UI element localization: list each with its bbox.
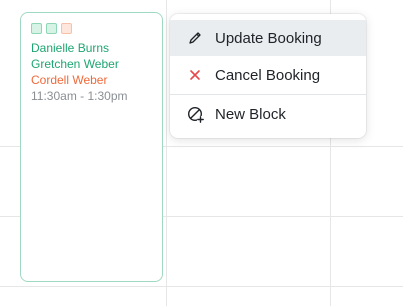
attendee-name: Danielle Burns (31, 41, 110, 55)
block-plus-icon (186, 105, 204, 123)
new-block-item[interactable]: New Block (170, 95, 366, 133)
attendee-name: Cordell Weber (31, 73, 108, 87)
attendee-swatches (31, 23, 72, 34)
cancel-booking-item[interactable]: Cancel Booking (170, 57, 366, 93)
grid-line (166, 0, 167, 306)
menu-item-label: New Block (215, 105, 286, 123)
context-menu: Update Booking Cancel Booking New Block (170, 14, 366, 138)
menu-item-label: Update Booking (215, 29, 322, 47)
update-booking-item[interactable]: Update Booking (170, 20, 366, 56)
attendee-name: Gretchen Weber (31, 57, 119, 71)
menu-item-label: Cancel Booking (215, 66, 321, 84)
close-icon (186, 66, 204, 84)
attendee-swatch-orange (61, 23, 72, 34)
pencil-icon (186, 29, 204, 47)
attendee-swatch-green (46, 23, 57, 34)
grid-line (0, 286, 403, 287)
attendee-swatch-green (31, 23, 42, 34)
booking-time: 11:30am - 1:30pm (31, 89, 128, 103)
booking-card[interactable]: Danielle Burns Gretchen Weber Cordell We… (20, 12, 163, 282)
